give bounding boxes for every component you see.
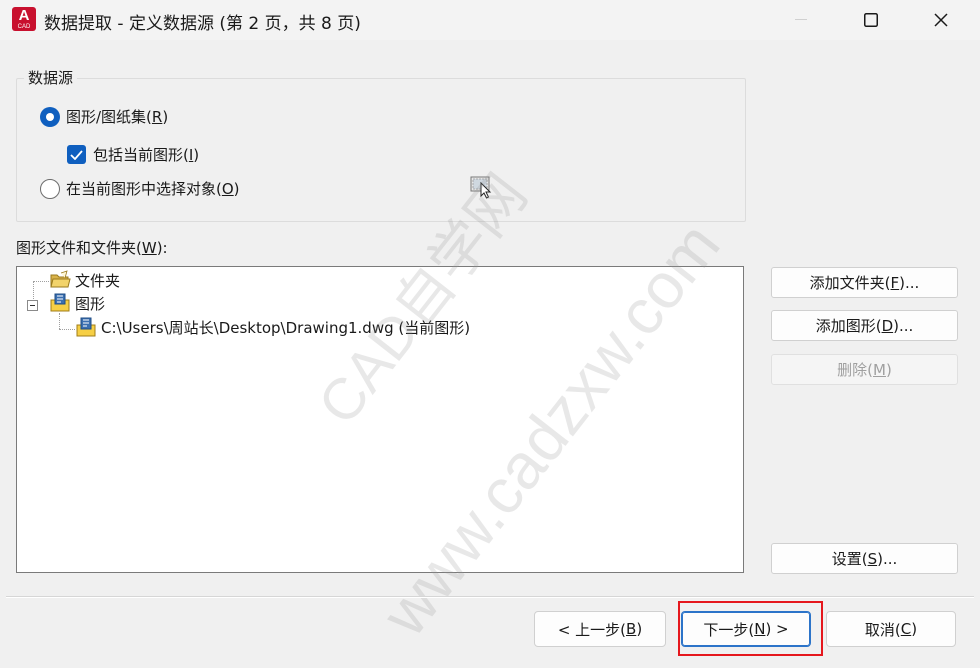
back-text: < 上一步( (557, 620, 627, 639)
add-folder-key: F (890, 273, 900, 292)
add-drawing-text: 添加图形( (815, 317, 882, 335)
add-drawing-key: D (881, 316, 894, 335)
minimize-button[interactable] (766, 0, 836, 40)
minimize-icon (795, 19, 807, 20)
radio-sheets-text: 图形/图纸集( (66, 108, 152, 126)
window-title: 数据提取 - 定义数据源 (第 2 页，共 8 页) (44, 14, 361, 34)
dwg-file-icon (76, 317, 96, 337)
radio-sheets-key: R (151, 108, 163, 126)
tree-item-drawings-label: 图形 (75, 294, 106, 313)
cancel-text: 取消( (864, 620, 901, 639)
files-label-suffix: ): (156, 239, 168, 257)
settings-button[interactable]: 设置(S)... (771, 543, 958, 574)
radio-sheets-end: ) (162, 108, 169, 126)
title-bar: A CAD 数据提取 - 定义数据源 (第 2 页，共 8 页) (0, 0, 980, 40)
back-button[interactable]: < 上一步(B) (534, 611, 666, 647)
close-icon (934, 13, 948, 27)
include-current-row[interactable]: 包括当前图形(I) (67, 144, 199, 165)
back-end: ) (636, 620, 643, 638)
include-current-end: ) (193, 146, 200, 164)
maximize-button[interactable] (836, 0, 906, 40)
app-icon-sub: CAD (17, 24, 31, 30)
next-button-highlight-box (678, 601, 823, 656)
radio-sheets-row[interactable]: 图形/图纸集(R) (40, 106, 168, 127)
files-label-key: W (141, 239, 157, 257)
radio-select-row[interactable]: 在当前图形中选择对象(O) (40, 178, 240, 199)
delete-key: M (873, 360, 886, 379)
tree-item-folder[interactable]: 文件夹 (49, 269, 120, 291)
radio-select-objects[interactable] (40, 178, 60, 199)
add-folder-button[interactable]: 添加文件夹(F)... (771, 267, 958, 298)
dialog-client: 数据源 图形/图纸集(R) 包括当前图形(I) 在当前图形中选择对象(O) 图形… (0, 40, 980, 668)
checkmark-icon (70, 149, 83, 160)
radio-sheets-label: 图形/图纸集(R) (66, 106, 168, 127)
radio-select-end: ) (233, 180, 240, 198)
settings-key: S (867, 549, 878, 568)
add-drawing-end: )... (893, 316, 914, 335)
radio-select-label: 在当前图形中选择对象(O) (66, 178, 240, 199)
files-folders-label: 图形文件和文件夹(W): (16, 237, 168, 258)
delete-button[interactable]: 删除(M) (771, 354, 958, 385)
folder-icon (50, 270, 71, 288)
include-current-checkbox[interactable] (67, 145, 86, 164)
app-icon-letter: A (18, 7, 30, 24)
tree-item-folder-label: 文件夹 (75, 271, 121, 290)
cancel-end: ) (911, 620, 918, 638)
cancel-key: C (900, 620, 912, 638)
data-source-group-label: 数据源 (24, 67, 78, 88)
maximize-icon (864, 13, 878, 27)
add-folder-end: )... (899, 273, 920, 292)
delete-end: ) (885, 360, 892, 379)
radio-select-key: O (221, 180, 234, 198)
settings-text: 设置( (831, 550, 868, 568)
add-folder-text: 添加文件夹( (809, 274, 891, 292)
footer-separator (6, 596, 974, 598)
settings-end: )... (877, 549, 898, 568)
tree-item-drawings[interactable]: 图形 (49, 292, 105, 314)
include-current-label: 包括当前图形(I) (93, 144, 199, 165)
cancel-button[interactable]: 取消(C) (826, 611, 956, 647)
delete-text: 删除( (837, 361, 874, 379)
add-drawing-button[interactable]: 添加图形(D)... (771, 310, 958, 341)
autocad-app-icon: A CAD (12, 7, 36, 31)
radio-select-text: 在当前图形中选择对象( (66, 180, 222, 198)
radio-sheets[interactable] (40, 106, 60, 127)
close-button[interactable] (906, 0, 976, 40)
include-current-text: 包括当前图形( (93, 146, 189, 164)
back-key: B (626, 620, 637, 638)
files-label-prefix: 图形文件和文件夹( (16, 239, 142, 257)
collapse-toggle[interactable] (27, 300, 38, 311)
drawing-folder-icon (50, 293, 70, 312)
